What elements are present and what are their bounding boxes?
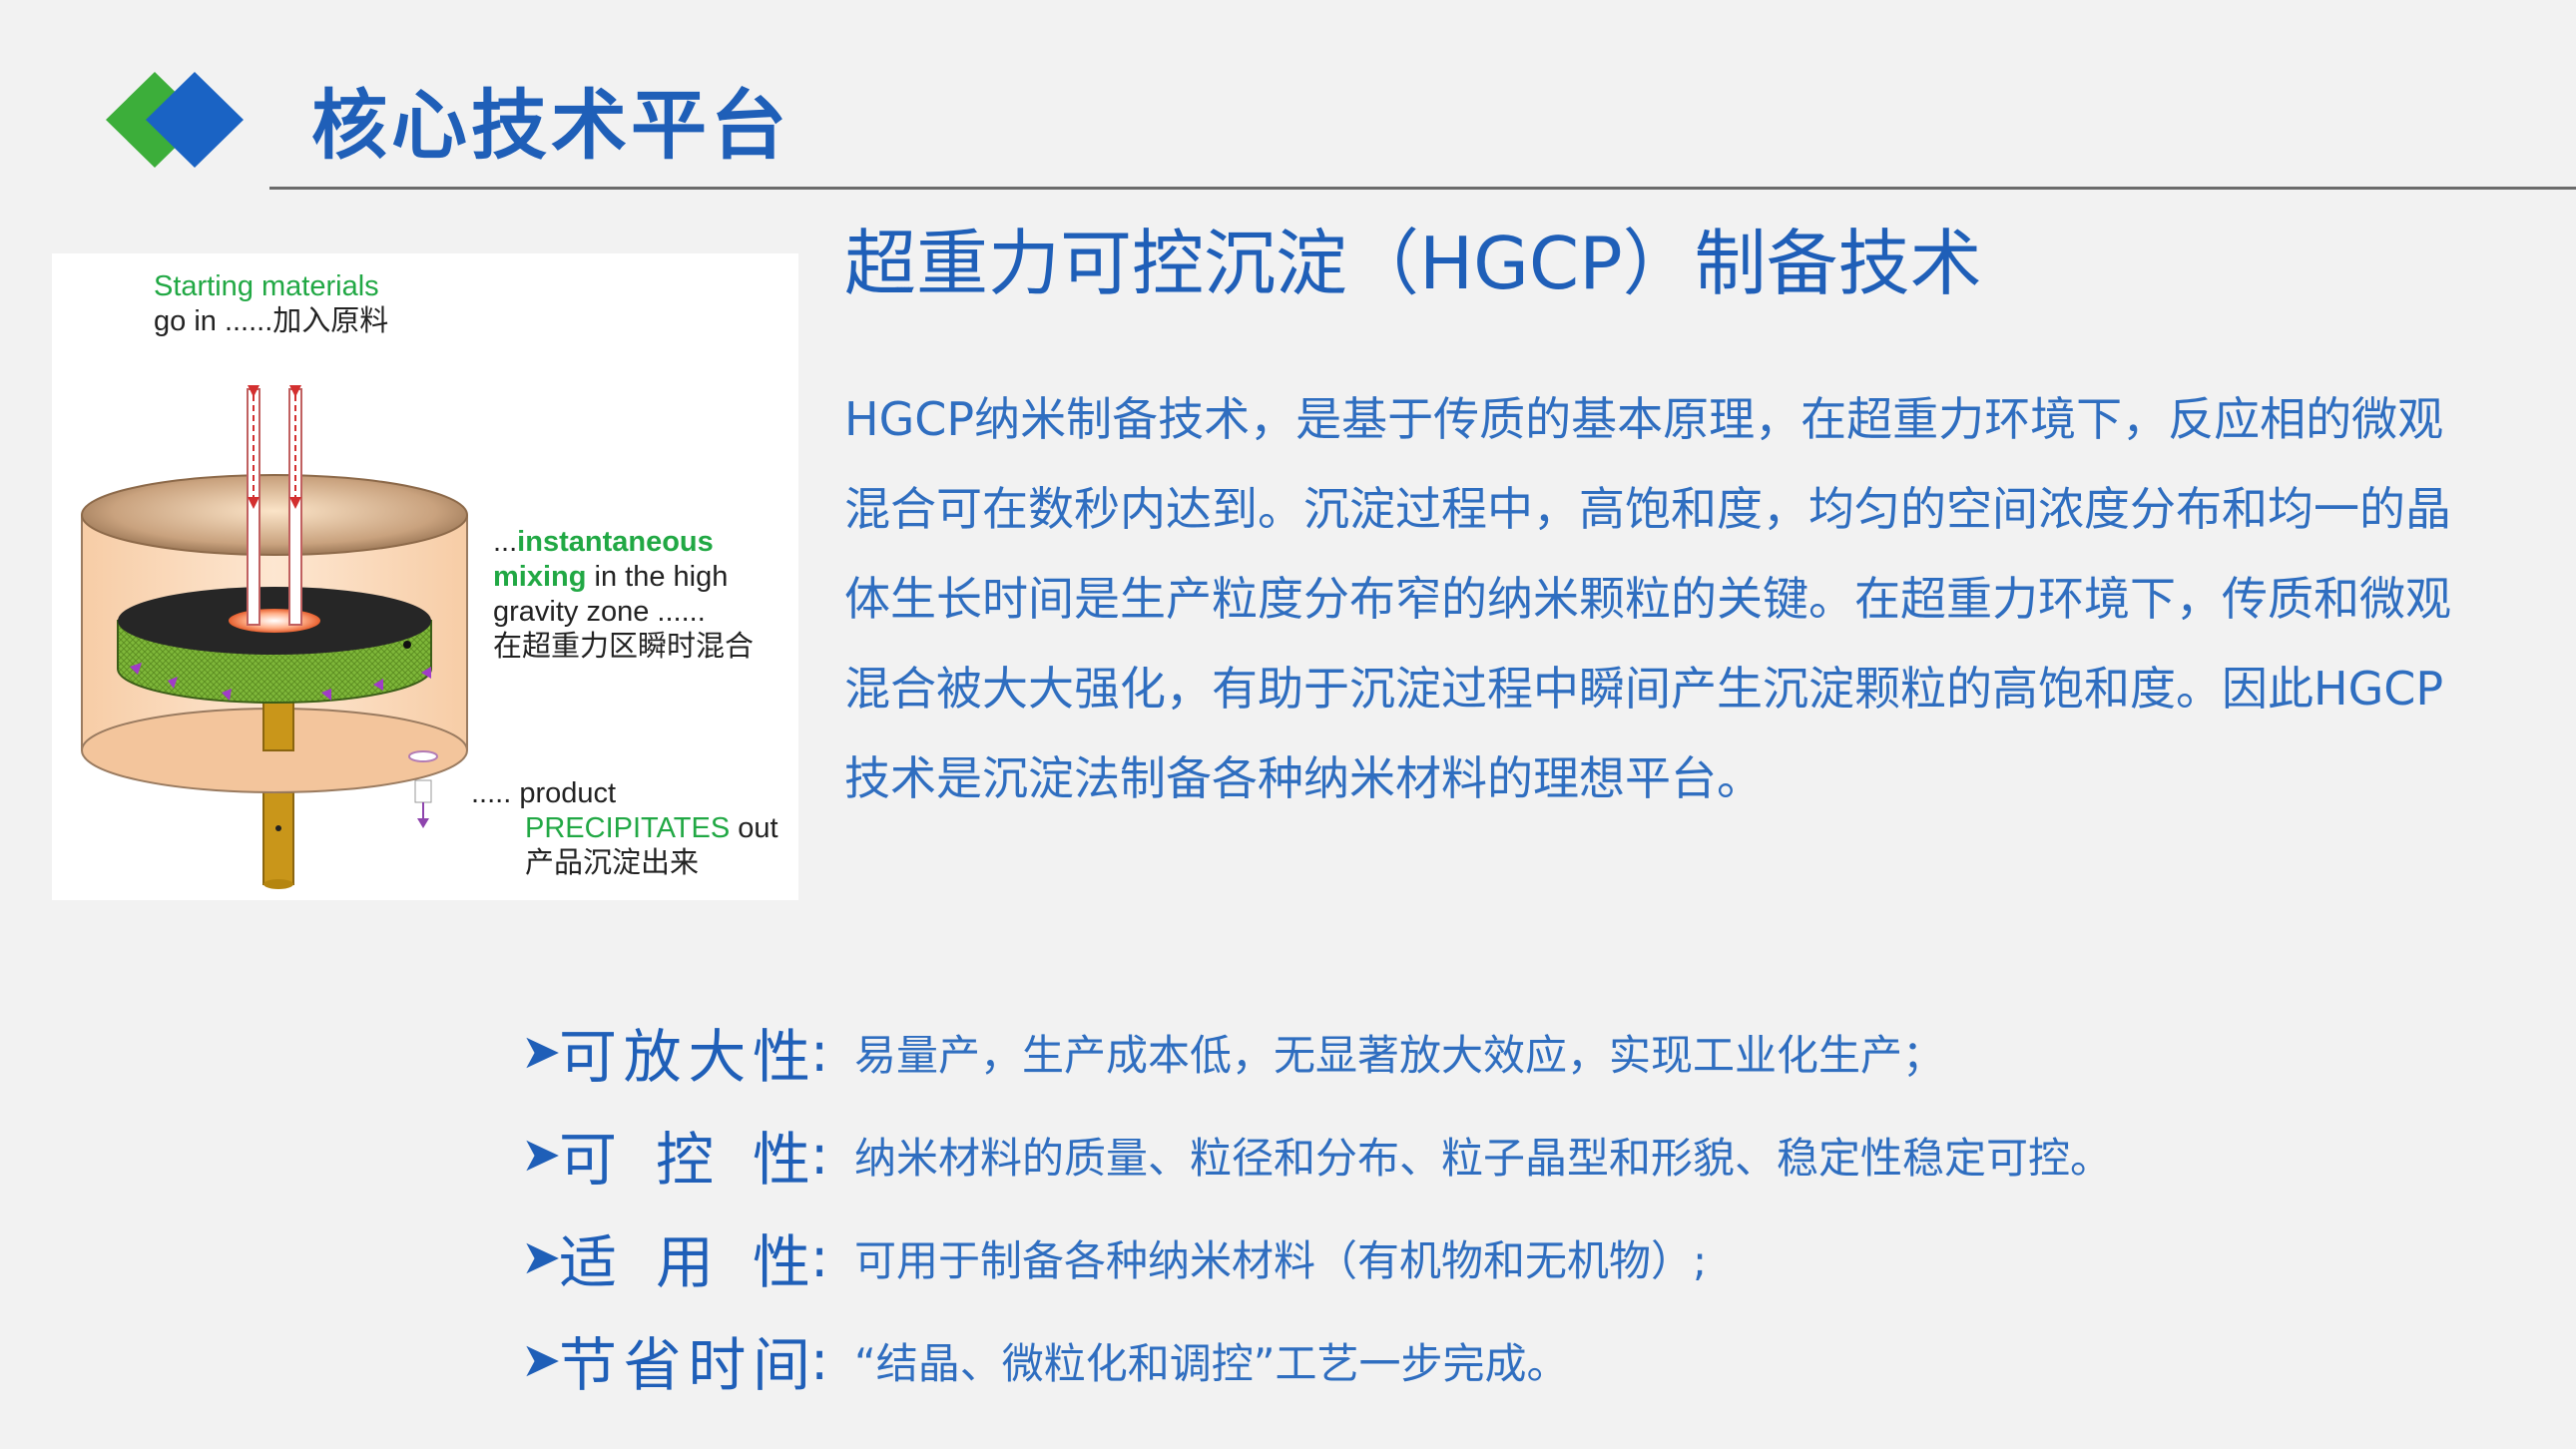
arrow-bullet-icon: ➤	[521, 1229, 562, 1285]
feature-desc: “结晶、微粒化和调控”工艺一步完成。	[854, 1338, 1569, 1388]
label-product-out: ..... product PRECIPITATES out 产品沉淀出来	[471, 777, 778, 879]
reactor-diagram: Starting materials go in ......加入原料 ...i…	[52, 253, 798, 900]
page-title: 核心技术平台	[311, 81, 790, 170]
feature-item-controllability: ➤可控性: 纳米材料的质量、粒径和分布、粒子晶型和形貌、稳定性稳定可控。	[521, 1113, 2517, 1215]
arrow-bullet-icon: ➤	[521, 1127, 562, 1183]
feature-name: 可控性	[559, 1126, 810, 1194]
section-title: 超重力可控沉淀（HGCP）制备技术	[844, 222, 1982, 305]
title-divider	[269, 187, 2576, 190]
feature-item-time-saving: ➤节省时间: “结晶、微粒化和调控”工艺一步完成。	[521, 1318, 2517, 1421]
feature-item-scalability: ➤可放大性: 易量产，生产成本低，无显著放大效应，实现工业化生产；	[521, 1010, 2517, 1113]
feature-name: 节省时间	[559, 1331, 810, 1399]
feature-desc: 纳米材料的质量、粒径和分布、粒子晶型和形貌、稳定性稳定可控。	[854, 1133, 2113, 1183]
logo-icon	[106, 72, 244, 168]
feature-desc: 易量产，生产成本低，无显著放大效应，实现工业化生产；	[854, 1030, 1945, 1080]
label-mixing-zone: ...instantaneous mixing in the high grav…	[493, 526, 755, 663]
feature-desc: 可用于制备各种纳米材料（有机物和无机物）;	[854, 1235, 1708, 1285]
arrow-bullet-icon: ➤	[521, 1024, 562, 1080]
feature-list: ➤可放大性: 易量产，生产成本低，无显著放大效应，实现工业化生产； ➤可控性: 纳米…	[521, 1010, 2517, 1421]
feature-name: 适用性	[559, 1228, 810, 1296]
label-starting-materials: Starting materials go in ......加入原料	[154, 270, 389, 337]
description-paragraph: HGCP纳米制备技术，是基于传质的基本原理，在超重力环境下，反应相的微观混合可在…	[844, 392, 2451, 805]
arrow-bullet-icon: ➤	[521, 1332, 562, 1388]
feature-name: 可放大性	[559, 1023, 810, 1091]
feature-item-applicability: ➤适用性: 可用于制备各种纳米材料（有机物和无机物）;	[521, 1215, 2517, 1318]
